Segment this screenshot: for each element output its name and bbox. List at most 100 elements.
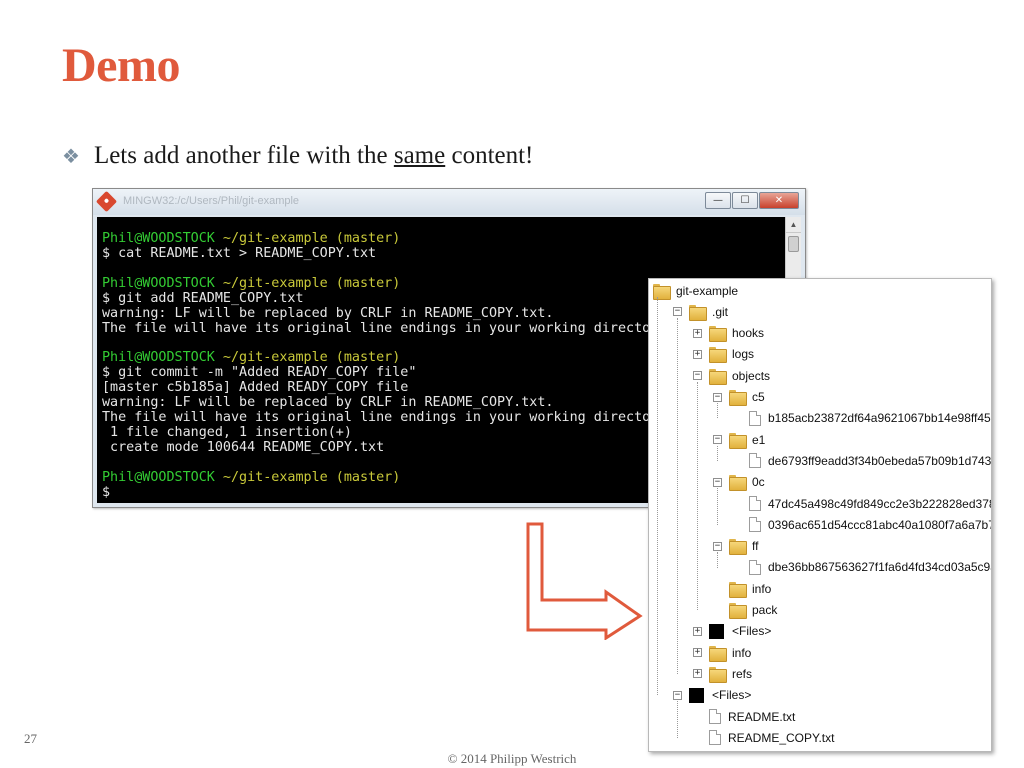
folder-icon — [729, 581, 747, 598]
tree-folder-item[interactable]: + hooks — [693, 323, 764, 344]
tree-file-item[interactable]: b185acb23872df64a9621067bb14e98ff458c3 — [733, 408, 992, 429]
tree-connector — [677, 701, 678, 738]
collapse-icon[interactable]: − — [673, 307, 682, 317]
tree-item-label: e1 — [752, 432, 766, 447]
tree-connector — [717, 552, 718, 568]
expand-icon[interactable]: + — [693, 328, 702, 338]
tree-item-label: de6793ff9eadd3f34b0ebeda57b09b1d7434f3 — [768, 453, 992, 468]
prompt-user: Phil@WOODSTOCK — [102, 470, 215, 486]
tree-connector — [677, 317, 678, 675]
tree-item-label: .git — [712, 304, 729, 319]
collapse-icon[interactable]: − — [713, 477, 722, 487]
file-icon — [749, 559, 761, 575]
tree-file-item[interactable]: README.txt — [693, 706, 795, 727]
tree-file-item[interactable]: de6793ff9eadd3f34b0ebeda57b09b1d7434f3 — [733, 450, 992, 471]
bullet-text-emphasis: same — [393, 142, 446, 169]
tree-folder-item[interactable]: + refs — [693, 663, 752, 684]
collapse-icon[interactable]: − — [693, 371, 702, 381]
tree-connector — [717, 403, 718, 419]
tree-folder-item[interactable]: − <Files> — [673, 685, 751, 706]
expand-icon[interactable]: + — [693, 648, 702, 658]
terminal-title: MINGW32:/c/Users/Phil/git-example — [123, 195, 300, 207]
tree-item-label: git-example — [676, 283, 739, 298]
folder-icon — [729, 475, 747, 492]
tree-item-label: README_COPY.txt — [728, 730, 835, 745]
git-icon — [95, 190, 118, 213]
file-icon — [749, 453, 761, 469]
tree-item-label: 0396ac651d54ccc81abc40a1080f7a6a7b7d5a — [768, 517, 992, 532]
tree-folder-item[interactable]: − ff — [713, 536, 758, 557]
tree-folder-item[interactable]: − c5 — [713, 387, 765, 408]
maximize-button[interactable]: ☐ — [732, 192, 758, 209]
tree-folder-item[interactable]: + <Files> — [693, 621, 771, 642]
tree-item-label: <Files> — [732, 624, 772, 639]
file-icon — [749, 410, 761, 426]
tree-item-label: c5 — [752, 390, 765, 404]
arrow-icon — [526, 522, 643, 640]
tree-folder-item[interactable]: − e1 — [713, 429, 765, 450]
minimize-button[interactable]: — — [705, 192, 731, 209]
tree-item-label: README.txt — [728, 709, 796, 724]
scroll-thumb[interactable] — [788, 236, 799, 252]
tree-item-label: hooks — [732, 326, 765, 341]
folder-icon — [729, 603, 747, 619]
terminal-prompt-line: Phil@WOODSTOCK ~/git-example (master) — [102, 231, 785, 246]
tree-folder-item[interactable]: git-example — [653, 280, 738, 301]
tree-folder-item[interactable]: + info — [693, 642, 751, 663]
tree-item-label: refs — [732, 666, 753, 681]
tree-item-label: 0c — [752, 475, 765, 490]
tree-file-item[interactable]: 47dc45a498c49fd849cc2e3b222828ed3784ce — [733, 493, 992, 514]
folder-icon — [729, 390, 747, 406]
prompt-path: ~/git-example (master) — [214, 470, 401, 486]
tree-file-item[interactable]: README_COPY.txt — [693, 727, 834, 748]
expand-icon[interactable]: + — [693, 349, 702, 359]
expand-icon[interactable]: + — [693, 669, 702, 679]
folder-icon — [709, 666, 727, 683]
files-group-icon — [689, 687, 704, 703]
terminal-titlebar[interactable]: MINGW32:/c/Users/Phil/git-example — ☐ ✕ — [93, 189, 805, 215]
tree-folder-item[interactable]: − 0c — [713, 472, 765, 493]
tree-folder-item[interactable]: − objects — [693, 365, 770, 386]
prompt-path: ~/git-example (master) — [214, 231, 401, 246]
tree-file-item[interactable]: dbe36bb867563627f1fa6d4fd34cd03a5c9a09 — [733, 557, 991, 578]
collapse-icon[interactable]: − — [713, 435, 722, 445]
folder-icon — [729, 539, 747, 556]
prompt-user: Phil@WOODSTOCK — [102, 275, 215, 291]
tree-item-label: b185acb23872df64a9621067bb14e98ff458c3 — [768, 411, 992, 426]
tree-connector — [657, 296, 658, 696]
folder-tree[interactable]: git-example − .git + hooks + logs − objects − c5 b1… — [648, 278, 992, 752]
tree-item-label: 47dc45a498c49fd849cc2e3b222828ed3784ce — [768, 496, 992, 511]
slide-footer: © 2014 Philipp Westrich — [447, 751, 577, 766]
tree-item-label: objects — [732, 368, 771, 383]
tree-folder-item[interactable]: info — [713, 578, 771, 599]
prompt-path: ~/git-example (master) — [214, 350, 401, 366]
tree-item-label: <Files> — [712, 688, 752, 703]
bullet-text-start: Lets add another file with the — [93, 142, 394, 169]
folder-icon — [653, 283, 671, 300]
tree-item-label: pack — [752, 603, 778, 617]
prompt-path: ~/git-example (master) — [214, 275, 401, 291]
prompt-user: Phil@WOODSTOCK — [102, 350, 215, 366]
collapse-icon[interactable]: − — [673, 690, 682, 700]
terminal-line: $ cat README.txt > README_COPY.txt — [102, 246, 377, 261]
tree-item-label: info — [732, 645, 752, 660]
folder-icon — [709, 645, 727, 662]
window-controls: — ☐ ✕ — [704, 192, 799, 209]
bullet-text-end: content! — [445, 142, 534, 169]
tree-folder-item[interactable]: pack — [713, 600, 777, 621]
collapse-icon[interactable]: − — [713, 392, 722, 402]
tree-connector — [697, 381, 698, 611]
tree-folder-item[interactable]: + logs — [693, 344, 754, 365]
file-icon — [709, 730, 721, 746]
collapse-icon[interactable]: − — [713, 541, 722, 551]
close-button[interactable]: ✕ — [759, 192, 799, 209]
expand-icon[interactable]: + — [693, 626, 702, 636]
folder-icon — [729, 432, 747, 449]
tree-file-item[interactable]: 0396ac651d54ccc81abc40a1080f7a6a7b7d5a — [733, 514, 992, 535]
files-group-icon — [709, 623, 724, 639]
tree-folder-item[interactable]: − .git — [673, 301, 728, 322]
folder-icon — [709, 326, 727, 343]
scroll-up-icon[interactable]: ▲ — [786, 217, 801, 233]
tree-item-label: info — [752, 581, 772, 596]
